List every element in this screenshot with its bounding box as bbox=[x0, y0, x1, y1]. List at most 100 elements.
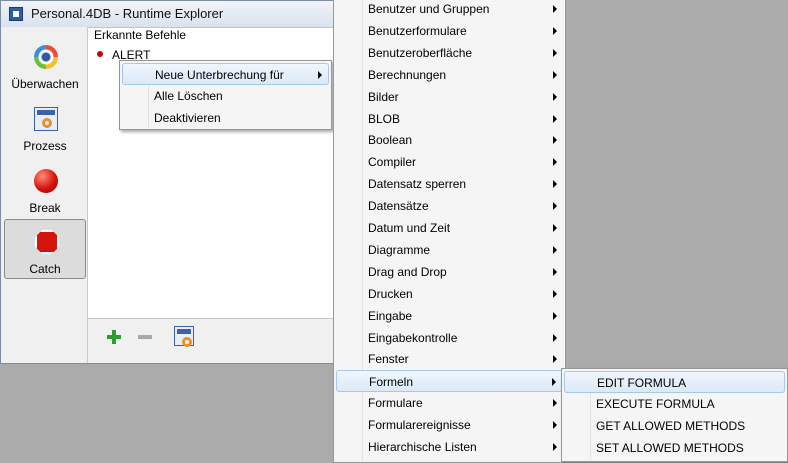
menu-item-label: Datensatz sperren bbox=[368, 177, 467, 192]
submenu-arrow-icon bbox=[553, 289, 557, 298]
breakpoint-dot-icon bbox=[97, 51, 103, 57]
process-label: Prozess bbox=[23, 139, 67, 153]
submenu-arrow-icon bbox=[553, 70, 557, 79]
menu-item[interactable]: Drag and Drop bbox=[336, 261, 563, 283]
menu-item-label: Compiler bbox=[368, 155, 417, 170]
submenu-item[interactable]: GET ALLOWED METHODS bbox=[564, 415, 785, 437]
menu-item[interactable]: Fenster bbox=[336, 348, 563, 370]
process-icon bbox=[34, 107, 58, 131]
submenu-arrow-icon bbox=[553, 114, 557, 123]
menu-item-label: Datum und Zeit bbox=[368, 221, 451, 235]
stop-sign-icon bbox=[35, 230, 59, 254]
menu-item-label: Eingabekontrolle bbox=[368, 330, 458, 345]
delete-all-item[interactable]: Alle Löschen bbox=[122, 85, 329, 107]
submenu-arrow-icon bbox=[553, 180, 557, 189]
process-list-icon[interactable] bbox=[174, 326, 194, 347]
title-bar[interactable]: Personal.4DB - Runtime Explorer bbox=[1, 1, 337, 28]
menu-item-label: Drag and Drop bbox=[368, 264, 447, 279]
app-icon bbox=[9, 7, 23, 21]
menu-item-label: Berechnungen bbox=[368, 67, 447, 82]
break-button[interactable]: Break bbox=[4, 159, 86, 219]
menu-item-label: Diagramme bbox=[368, 242, 431, 257]
process-button[interactable]: Prozess bbox=[4, 97, 86, 157]
menu-item[interactable]: Eingabe bbox=[336, 305, 563, 327]
submenu-arrow-icon bbox=[553, 202, 557, 211]
submenu-arrow-icon bbox=[553, 224, 557, 232]
monitor-label: Überwachen bbox=[11, 77, 79, 91]
menu-item-label: Formulare bbox=[368, 396, 423, 411]
submenu-arrow-icon bbox=[552, 378, 556, 387]
menu-item[interactable]: Diagramme bbox=[336, 239, 563, 261]
menu-item[interactable]: Drucken bbox=[336, 283, 563, 305]
submenu-arrow-icon bbox=[553, 136, 557, 145]
context-menu: Neue Unterbrechung für Alle Löschen Deak… bbox=[119, 60, 332, 130]
submenu-item-label: GET ALLOWED METHODS bbox=[596, 419, 746, 433]
menu-item-label: Boolean bbox=[368, 133, 413, 148]
menu-item[interactable]: Benutzerformulare bbox=[336, 20, 563, 42]
window-title: Personal.4DB - Runtime Explorer bbox=[31, 6, 224, 21]
submenu-item[interactable]: SET ALLOWED METHODS bbox=[564, 437, 785, 459]
list-header: Erkannte Befehle bbox=[94, 28, 187, 42]
menu-item[interactable]: Compiler bbox=[336, 151, 563, 173]
submenu-arrow-icon bbox=[553, 267, 557, 276]
monitor-button[interactable]: Überwachen bbox=[4, 35, 86, 95]
formeln-submenu: EDIT FORMULA EXECUTE FORMULA GET ALLOWED M… bbox=[561, 368, 788, 462]
submenu-item-label: SET ALLOWED METHODS bbox=[596, 441, 744, 455]
submenu-arrow-icon bbox=[553, 158, 557, 167]
bottom-bar bbox=[88, 318, 336, 363]
menu-item[interactable]: Benutzer und Gruppen bbox=[336, 0, 563, 20]
menu-item[interactable]: Benutzeroberfläche bbox=[336, 42, 563, 64]
menu-item[interactable]: Datum und Zeit bbox=[336, 217, 563, 239]
submenu-arrow-icon bbox=[553, 333, 557, 342]
menu-item-label: BLOB bbox=[368, 111, 401, 126]
red-ball-icon bbox=[34, 169, 58, 193]
menu-item[interactable]: Eingabekontrolle bbox=[336, 327, 563, 349]
menu-item-label: Benutzerformulare bbox=[368, 23, 467, 38]
submenu-arrow-icon bbox=[553, 421, 557, 430]
menu-item-label: Drucken bbox=[368, 286, 413, 301]
submenu-arrow-icon bbox=[318, 71, 322, 79]
submenu-item[interactable]: EDIT FORMULA bbox=[564, 371, 785, 393]
submenu-item-label: EDIT FORMULA bbox=[597, 376, 687, 390]
catch-label: Catch bbox=[29, 262, 61, 276]
menu-item-label: Eingabe bbox=[368, 308, 413, 323]
submenu-arrow-icon bbox=[553, 26, 557, 35]
submenu-arrow-icon bbox=[553, 245, 557, 254]
side-toolbar: Überwachen Prozess Break Catch bbox=[1, 27, 88, 363]
submenu-arrow-icon bbox=[553, 399, 557, 408]
menu-item[interactable]: BLOB bbox=[336, 108, 563, 130]
menu-item-label: Alle Löschen bbox=[154, 89, 223, 103]
menu-item[interactable]: Datensätze bbox=[336, 195, 563, 217]
remove-icon[interactable] bbox=[138, 335, 152, 339]
menu-item[interactable]: Bilder bbox=[336, 86, 563, 108]
menu-item[interactable]: Formeln bbox=[336, 370, 563, 393]
deactivate-item[interactable]: Deaktivieren bbox=[122, 107, 329, 129]
submenu-arrow-icon bbox=[553, 311, 557, 320]
catch-button[interactable]: Catch bbox=[4, 219, 86, 279]
menu-item-label: Benutzer und Gruppen bbox=[368, 2, 490, 16]
menu-item[interactable]: Formulare bbox=[336, 392, 563, 414]
new-break-for-item[interactable]: Neue Unterbrechung für bbox=[122, 63, 329, 85]
menu-item-label: Formeln bbox=[369, 375, 414, 390]
submenu-arrow-icon bbox=[553, 5, 557, 13]
menu-item-label: Datensätze bbox=[368, 199, 429, 214]
menu-item[interactable]: Boolean bbox=[336, 129, 563, 151]
menu-item[interactable]: Hierarchische Listen bbox=[336, 436, 563, 458]
eye-icon bbox=[34, 45, 58, 69]
menu-item-label: Deaktivieren bbox=[154, 111, 221, 125]
submenu-item[interactable]: EXECUTE FORMULA bbox=[564, 393, 785, 415]
submenu-item-label: EXECUTE FORMULA bbox=[596, 397, 715, 411]
menu-item-label: Formularereignisse bbox=[368, 418, 471, 433]
command-theme-menu: Benutzer und Gruppen Benutzerformulare Ben… bbox=[333, 0, 566, 463]
menu-item-label: Bilder bbox=[368, 89, 399, 104]
add-icon[interactable] bbox=[107, 330, 121, 344]
submenu-arrow-icon bbox=[553, 355, 557, 364]
submenu-arrow-icon bbox=[553, 443, 557, 451]
menu-item[interactable]: Formularereignisse bbox=[336, 414, 563, 436]
menu-item[interactable]: Berechnungen bbox=[336, 64, 563, 86]
submenu-arrow-icon bbox=[553, 92, 557, 101]
break-label: Break bbox=[29, 201, 61, 215]
menu-item-label: Fenster bbox=[368, 352, 409, 367]
menu-item-label: Neue Unterbrechung für bbox=[155, 68, 284, 82]
menu-item[interactable]: Datensatz sperren bbox=[336, 173, 563, 195]
